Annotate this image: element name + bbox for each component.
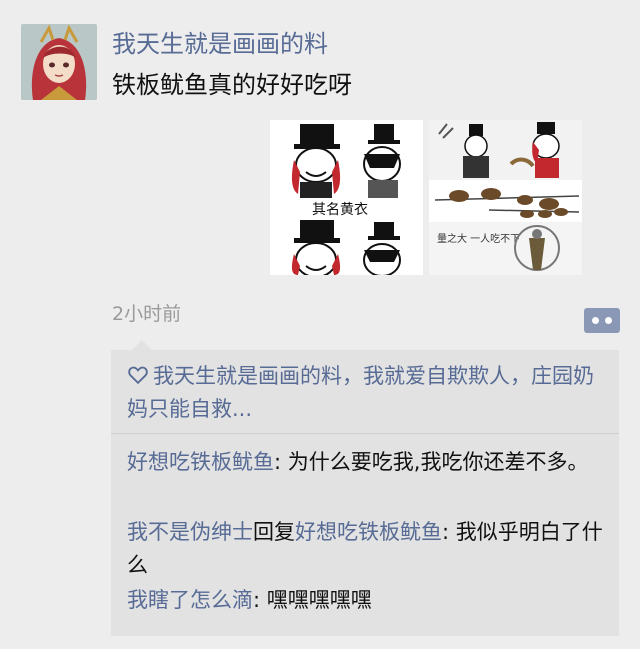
panel-divider [111, 433, 619, 434]
comment-author[interactable]: 好想吃铁板鱿鱼 [127, 450, 274, 474]
comic-left-art: 其名黄衣 [270, 120, 423, 275]
avatar[interactable] [21, 24, 97, 100]
post-text: 铁板鱿鱼真的好好吃呀 [112, 71, 352, 99]
comment-item[interactable]: 我不是伪绅士回复好想吃铁板鱿鱼: 我似乎明白了什么 [127, 516, 613, 582]
likes-list: 我天生就是画画的料，我就爱自欺欺人，庄园奶妈只能自救... [127, 360, 607, 426]
moments-post: 我天生就是画画的料 铁板鱿鱼真的好好吃呀 其名黄衣 量之大 一人吃不下 2小时前… [0, 0, 640, 649]
post-image-comic-left[interactable]: 其名黄衣 [270, 120, 423, 275]
comment-author[interactable]: 我不是伪绅士 [127, 520, 253, 544]
post-author[interactable]: 我天生就是画画的料 [112, 27, 328, 61]
comment-text: 为什么要吃我,我吃你还差不多。 [287, 450, 589, 474]
panel-arrow [132, 340, 152, 350]
likes-names[interactable]: 我天生就是画画的料，我就爱自欺欺人，庄园奶妈只能自救... [127, 364, 594, 421]
post-images: 其名黄衣 量之大 一人吃不下 [270, 120, 582, 275]
more-dot [592, 317, 599, 324]
comic-note: 量之大 一人吃不下 [437, 232, 520, 245]
more-dots-icon[interactable] [584, 308, 620, 333]
comment-separator: : [274, 450, 288, 474]
comment-author[interactable]: 我瞎了怎么滴 [127, 588, 253, 612]
comic-caption: 其名黄衣 [312, 201, 368, 218]
avatar-image [21, 24, 97, 100]
heart-outline-icon [128, 366, 148, 385]
comic-right-art: 量之大 一人吃不下 [429, 120, 582, 275]
comment-separator: : [442, 520, 456, 544]
comment-item[interactable]: 我瞎了怎么滴: 嘿嘿嘿嘿嘿 [127, 584, 613, 617]
comment-item[interactable]: 好想吃铁板鱿鱼: 为什么要吃我,我吃你还差不多。 [127, 446, 613, 479]
reply-word: 回复 [253, 520, 295, 544]
post-time: 2小时前 [112, 303, 182, 325]
comment-reply-to[interactable]: 好想吃铁板鱿鱼 [295, 520, 442, 544]
comment-text: 嘿嘿嘿嘿嘿 [266, 588, 372, 612]
comment-separator: : [253, 588, 267, 612]
more-dot [605, 317, 612, 324]
post-image-comic-right[interactable]: 量之大 一人吃不下 [429, 120, 582, 275]
